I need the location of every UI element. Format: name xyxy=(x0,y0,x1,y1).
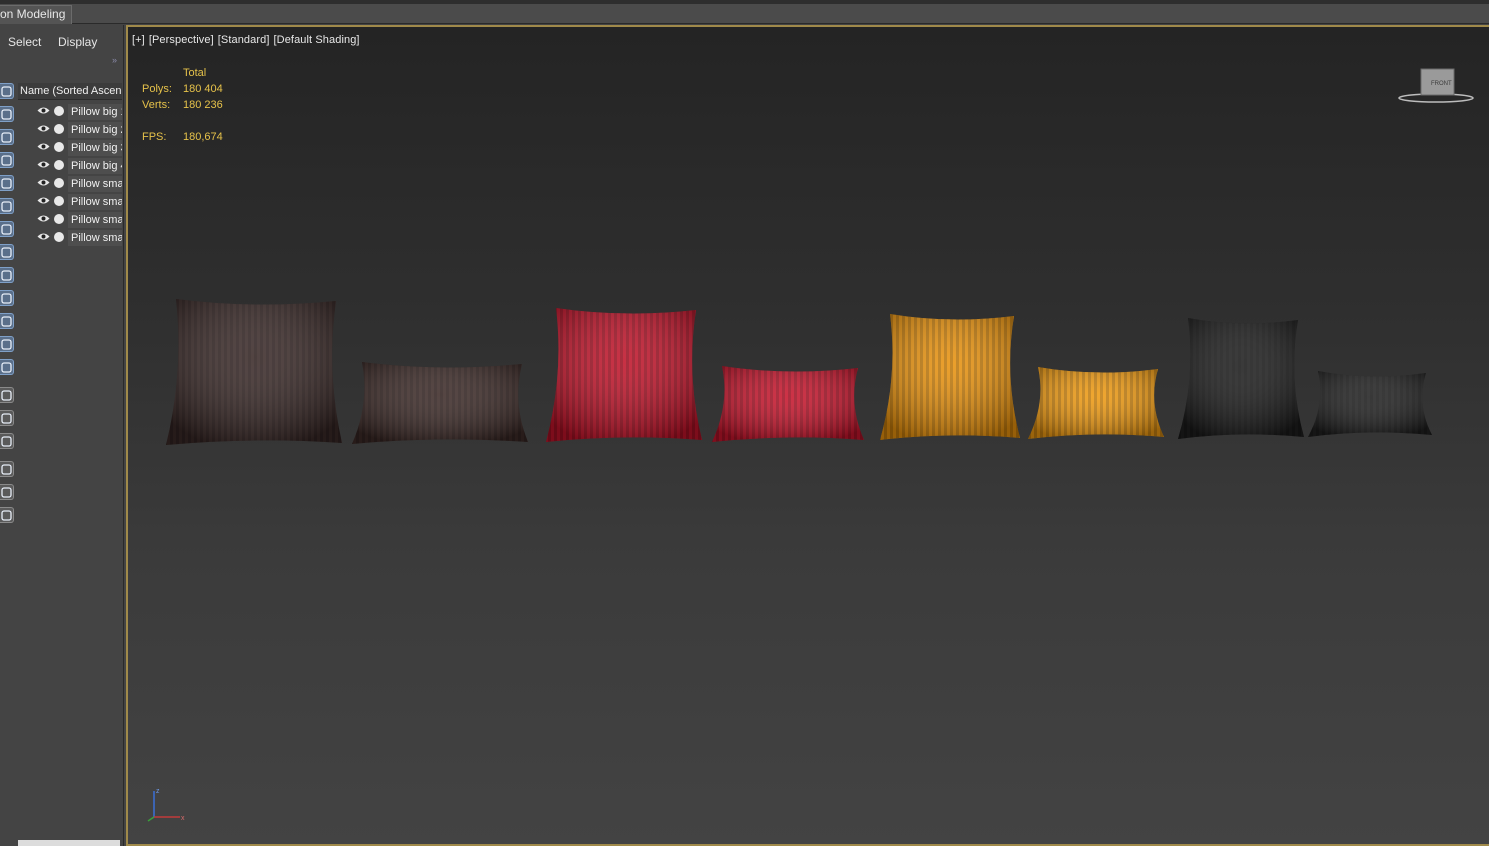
scene-row[interactable]: Pillow big 1 xyxy=(18,103,122,121)
pillow-shade xyxy=(1308,371,1432,437)
object-name[interactable]: Pillow big 1 xyxy=(68,104,122,120)
menu-display[interactable]: Display xyxy=(58,35,97,49)
pillow-object[interactable] xyxy=(166,299,342,445)
folder-icon[interactable] xyxy=(0,507,14,523)
object-name[interactable]: Pillow big 2 xyxy=(68,122,122,138)
list-icon[interactable] xyxy=(0,410,14,426)
groups-icon[interactable] xyxy=(0,221,14,237)
properties-icon[interactable] xyxy=(0,433,14,449)
cameras-icon[interactable] xyxy=(0,152,14,168)
scene-object-list: Pillow big 1 Pillow big 2 Pillow big 3 P… xyxy=(18,103,122,247)
visibility-eye-icon[interactable] xyxy=(37,124,50,133)
particles-icon[interactable] xyxy=(0,336,14,352)
geometry-icon[interactable] xyxy=(0,83,14,99)
pillow-object[interactable] xyxy=(1308,371,1432,437)
hidden-icon[interactable] xyxy=(0,359,14,375)
scene-objects xyxy=(166,299,1432,445)
pillow-shade xyxy=(166,299,342,445)
freeze-dot-icon[interactable] xyxy=(54,178,64,188)
scene-explorer-panel: Select Display » Name (Sorted Ascending)… xyxy=(0,25,124,846)
shapes-icon[interactable] xyxy=(0,106,14,122)
freeze-dot-icon[interactable] xyxy=(54,124,64,134)
visibility-eye-icon[interactable] xyxy=(37,232,50,241)
pillow-object[interactable] xyxy=(880,314,1020,440)
pillow-shade xyxy=(352,362,528,444)
helpers-icon[interactable] xyxy=(0,175,14,191)
frozen-icon[interactable] xyxy=(0,313,14,329)
display-filter-toolstrip xyxy=(0,83,16,523)
spacewarps-icon[interactable] xyxy=(0,198,14,214)
pillow-shade xyxy=(1028,367,1164,439)
freeze-dot-icon[interactable] xyxy=(54,196,64,206)
axis-tripod-icon: z x xyxy=(147,788,185,822)
pillow-object[interactable] xyxy=(712,366,864,442)
freeze-dot-icon[interactable] xyxy=(54,142,64,152)
scene-row[interactable]: Pillow big 2 xyxy=(18,121,122,139)
axis-z-label: z xyxy=(156,788,160,795)
visibility-eye-icon[interactable] xyxy=(37,106,50,115)
object-name[interactable]: Pillow big 3 xyxy=(68,140,122,156)
menu-select[interactable]: Select xyxy=(8,35,41,49)
funnel-icon[interactable] xyxy=(0,484,14,500)
pillow-object[interactable] xyxy=(1028,367,1164,439)
containers-icon[interactable] xyxy=(0,290,14,306)
ribbon-tab-bar: on Modeling xyxy=(0,4,1489,24)
visibility-eye-icon[interactable] xyxy=(37,178,50,187)
layer-icon[interactable] xyxy=(0,387,14,403)
filter-icon[interactable] xyxy=(0,461,14,477)
freeze-dot-icon[interactable] xyxy=(54,232,64,242)
visibility-eye-icon[interactable] xyxy=(37,142,50,151)
panel-bottom-bar xyxy=(18,840,120,846)
scene-row[interactable]: Pillow big 4 xyxy=(18,157,122,175)
perspective-viewport[interactable]: [+] [Perspective] [Standard] [Default Shadi… xyxy=(126,25,1489,846)
object-name[interactable]: Pillow small 4 xyxy=(68,230,122,246)
freeze-dot-icon[interactable] xyxy=(54,214,64,224)
freeze-dot-icon[interactable] xyxy=(54,106,64,116)
object-name[interactable]: Pillow small 2 xyxy=(68,194,122,210)
object-name[interactable]: Pillow big 4 xyxy=(68,158,122,174)
name-column-header[interactable]: Name (Sorted Ascending) xyxy=(18,83,122,100)
pillow-object[interactable] xyxy=(546,308,702,442)
freeze-dot-icon[interactable] xyxy=(54,160,64,170)
axis-x-label: x xyxy=(181,815,185,822)
pillow-object[interactable] xyxy=(352,362,528,444)
scene-explorer-menubar: Select Display xyxy=(0,33,124,53)
visibility-eye-icon[interactable] xyxy=(37,214,50,223)
visibility-eye-icon[interactable] xyxy=(37,160,50,169)
bones-icon[interactable] xyxy=(0,267,14,283)
scene-row[interactable]: Pillow small 3 xyxy=(18,211,122,229)
visibility-eye-icon[interactable] xyxy=(37,196,50,205)
lights-icon[interactable] xyxy=(0,129,14,145)
pillow-shade xyxy=(1178,318,1304,439)
scene-row[interactable]: Pillow small 2 xyxy=(18,193,122,211)
pillow-object[interactable] xyxy=(1178,318,1304,439)
scene-row[interactable]: Pillow small 1 xyxy=(18,175,122,193)
pillow-shade xyxy=(880,314,1020,440)
scene-row[interactable]: Pillow big 3 xyxy=(18,139,122,157)
ribbon-tab-modeling[interactable]: on Modeling xyxy=(0,5,73,24)
pillow-shade xyxy=(712,366,864,442)
more-chevron-icon[interactable]: » xyxy=(112,55,117,65)
object-name[interactable]: Pillow small 1 xyxy=(68,176,122,192)
pillow-shade xyxy=(546,308,702,442)
xrefs-icon[interactable] xyxy=(0,244,14,260)
object-name[interactable]: Pillow small 3 xyxy=(68,212,122,228)
scene-row[interactable]: Pillow small 4 xyxy=(18,229,122,247)
